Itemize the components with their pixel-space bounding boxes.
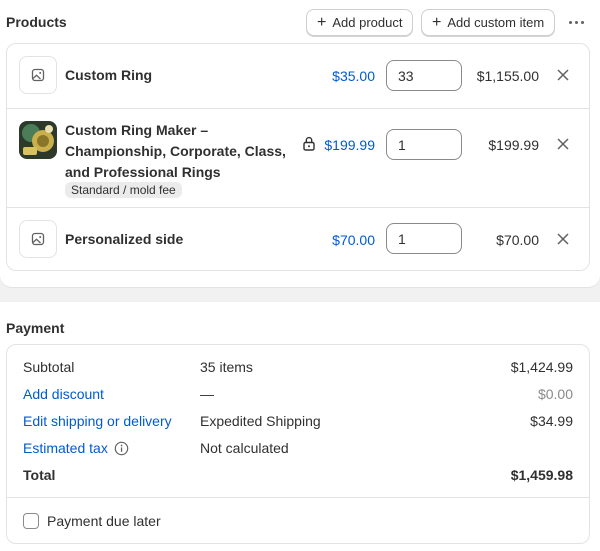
product-list: Custom Ring $35.00 $1,155.00 [6,43,590,271]
product-name-line: Championship, Corporate, Class, [65,143,286,159]
subtotal-label: Subtotal [23,359,75,375]
discount-amount: $0.00 [537,386,573,402]
products-title: Products [6,14,67,30]
product-image [19,121,57,159]
add-custom-item-label: Add custom item [447,15,545,30]
product-name[interactable]: Custom Ring Maker – Championship, Corpor… [65,120,286,183]
product-row: Custom Ring Maker – Championship, Corpor… [7,108,589,207]
subtotal-items: 35 items [200,359,253,375]
subtotal-amount: $1,424.99 [510,359,573,375]
products-card: Products + Add product + Add custom item… [0,0,600,287]
payment-summary: Subtotal 35 items $1,424.99 Add discount… [6,344,590,544]
product-row: Custom Ring $35.00 $1,155.00 [7,44,589,108]
add-custom-item-button[interactable]: + Add custom item [421,9,556,36]
product-name[interactable]: Custom Ring [65,65,152,86]
plus-icon: + [317,13,327,31]
add-discount-link[interactable]: Add discount [23,386,104,402]
add-product-button[interactable]: + Add product [306,9,414,36]
payment-due-later-checkbox[interactable] [23,513,39,529]
line-total: $1,155.00 [476,68,539,84]
add-product-label: Add product [332,15,403,30]
estimated-tax-label: Estimated tax [23,440,108,456]
tax-detail: Not calculated [200,440,289,456]
product-price[interactable]: $199.99 [324,137,375,153]
product-price[interactable]: $70.00 [332,232,375,248]
line-total: $199.99 [488,137,539,153]
product-name-line: Custom Ring Maker – [65,122,209,138]
product-name[interactable]: Personalized side [65,229,183,250]
lock-icon [302,136,316,154]
close-icon[interactable] [554,135,572,153]
variant-badge: Standard / mold fee [65,182,182,198]
estimated-tax-link[interactable]: Estimated tax [23,440,129,456]
image-placeholder-icon [19,56,57,94]
more-actions-icon[interactable] [564,12,588,32]
discount-detail: — [200,386,214,402]
plus-icon: + [432,13,442,31]
product-name-line: and Professional Rings [65,164,221,180]
total-amount: $1,459.98 [510,467,573,483]
quantity-input[interactable] [386,129,462,160]
shipping-amount: $34.99 [530,413,573,429]
info-icon[interactable] [114,441,129,456]
shipping-method: Expedited Shipping [200,413,321,429]
quantity-input[interactable] [386,60,462,91]
divider [7,497,589,498]
payment-due-later-label[interactable]: Payment due later [47,513,161,529]
line-total: $70.00 [496,232,539,248]
product-price[interactable]: $35.00 [332,68,375,84]
edit-shipping-link[interactable]: Edit shipping or delivery [23,413,172,429]
image-placeholder-icon [19,220,57,258]
close-icon[interactable] [554,230,572,248]
product-row: Personalized side $70.00 $70.00 [7,207,589,270]
quantity-input[interactable] [386,223,462,254]
payment-title: Payment [6,320,65,336]
total-label: Total [23,467,56,483]
close-icon[interactable] [554,66,572,84]
